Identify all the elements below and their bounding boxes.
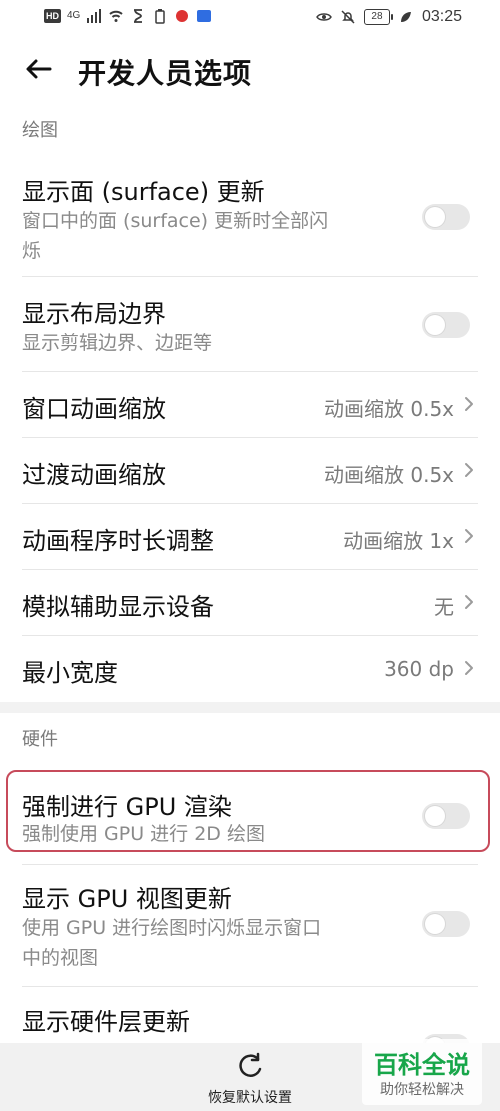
setting-row-transition-animation-scale[interactable]: 过渡动画缩放 动画缩放 0.5x (0, 437, 500, 503)
section-drawing: 绘图 显示面 (surface) 更新 窗口中的面 (surface) 更新时全… (0, 104, 500, 702)
toggle-switch[interactable] (422, 204, 470, 230)
title-bar: 开发人员选项 (0, 36, 500, 104)
toggle-switch[interactable] (422, 312, 470, 338)
battery-small-icon (155, 9, 166, 24)
setting-subtext: 显示剪辑边界、边距等 (22, 332, 213, 354)
setting-row-layout-bounds[interactable]: 显示布局边界 显示剪辑边界、边距等 (0, 288, 500, 372)
watermark: 百科全说 助你轻松解决 (362, 1039, 482, 1105)
setting-subtext: 强制使用 GPU 进行 2D 绘图 (22, 823, 265, 845)
divider (22, 986, 478, 987)
eye-icon (316, 13, 332, 21)
watermark-title: 百科全说 (374, 1051, 470, 1079)
refresh-icon[interactable] (236, 1051, 264, 1079)
setting-label: 显示面 (surface) 更新 (22, 178, 265, 206)
setting-label: 窗口动画缩放 (22, 395, 166, 423)
chevron-right-icon (465, 529, 473, 543)
setting-label: 强制进行 GPU 渲染 (22, 793, 232, 821)
setting-label: 最小宽度 (22, 659, 118, 687)
signal-icon (87, 9, 102, 23)
setting-label: 显示硬件层更新 (22, 1008, 190, 1036)
setting-value: 动画缩放 0.5x (324, 397, 454, 421)
setting-value: 动画缩放 1x (343, 529, 454, 553)
setting-row-animator-duration-scale[interactable]: 动画程序时长调整 动画缩放 1x (0, 503, 500, 569)
status-time: 03:25 (421, 8, 462, 25)
section-hardware: 硬件 强制进行 GPU 渲染 强制使用 GPU 进行 2D 绘图 显示 GPU … (0, 713, 500, 1060)
network-type: 4G (67, 10, 81, 21)
setting-row-surface-updates[interactable]: 显示面 (surface) 更新 窗口中的面 (surface) 更新时全部闪 … (0, 166, 500, 276)
watermark-subtitle: 助你轻松解决 (380, 1082, 464, 1098)
setting-row-show-gpu-view-updates[interactable]: 显示 GPU 视图更新 使用 GPU 进行绘图时闪烁显示窗口 中的视图 (0, 873, 500, 985)
section-header-hardware: 硬件 (22, 729, 58, 750)
setting-label: 动画程序时长调整 (22, 527, 214, 555)
divider (22, 864, 478, 865)
toggle-switch[interactable] (422, 911, 470, 937)
setting-subtext-line1: 窗口中的面 (surface) 更新时全部闪 (22, 210, 329, 232)
hourglass-icon (134, 9, 143, 23)
app-icon-2 (197, 10, 212, 22)
app-icon-1 (176, 10, 189, 22)
hd-badge: HD (44, 9, 61, 23)
chevron-right-icon (465, 463, 473, 477)
chevron-right-icon (465, 661, 473, 675)
setting-value: 动画缩放 0.5x (324, 463, 454, 487)
wifi-icon (109, 10, 123, 22)
battery-indicator: 28 (363, 9, 393, 25)
status-right: 28 03:25 (316, 8, 462, 26)
arrow-left-icon[interactable] (22, 52, 56, 86)
setting-row-force-gpu-rendering[interactable]: 强制进行 GPU 渲染 强制使用 GPU 进行 2D 绘图 (0, 775, 500, 855)
setting-row-window-animation-scale[interactable]: 窗口动画缩放 动画缩放 0.5x (0, 371, 500, 437)
leaf-icon (400, 12, 411, 22)
page-title: 开发人员选项 (78, 57, 253, 90)
bell-off-icon (341, 10, 355, 24)
setting-subtext-line2: 烁 (22, 240, 42, 262)
toggle-switch[interactable] (422, 803, 470, 829)
setting-label: 模拟辅助显示设备 (22, 593, 214, 621)
setting-label: 显示 GPU 视图更新 (22, 885, 232, 913)
chevron-right-icon (465, 397, 473, 411)
chevron-right-icon (465, 595, 473, 609)
setting-value: 无 (434, 595, 454, 619)
section-header-drawing: 绘图 (22, 120, 58, 141)
setting-subtext-line1: 使用 GPU 进行绘图时闪烁显示窗口 (22, 917, 322, 939)
status-bar: HD 4G 28 03:25 (0, 0, 500, 36)
setting-label: 过渡动画缩放 (22, 461, 166, 489)
setting-value: 360 dp (384, 657, 454, 681)
divider (22, 276, 478, 277)
status-left: HD 4G (44, 8, 212, 24)
setting-label: 显示布局边界 (22, 300, 166, 328)
setting-row-simulate-secondary-display[interactable]: 模拟辅助显示设备 无 (0, 569, 500, 635)
setting-subtext-line2: 中的视图 (22, 947, 99, 969)
setting-row-smallest-width[interactable]: 最小宽度 360 dp (0, 635, 500, 701)
